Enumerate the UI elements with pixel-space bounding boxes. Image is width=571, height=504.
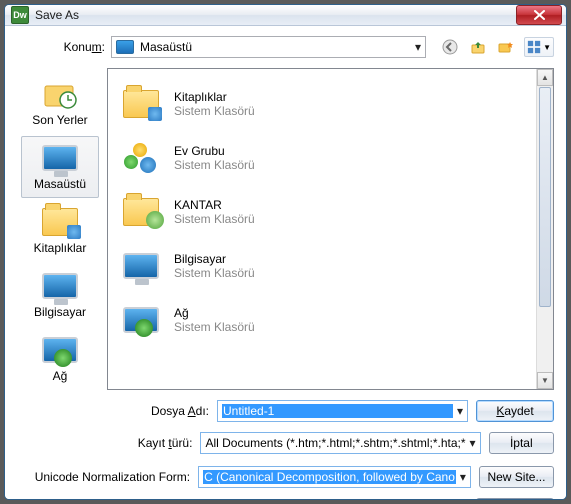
cancel-button[interactable]: İptal: [489, 432, 554, 454]
filetype-row: Kayıt türü: All Documents (*.htm;*.html;…: [109, 432, 554, 454]
item-title: Ağ: [174, 306, 255, 320]
view-menu-button[interactable]: ▼: [524, 37, 554, 57]
filename-value: Untitled-1: [222, 404, 453, 418]
list-item[interactable]: AğSistem Klasörü: [112, 293, 532, 347]
back-button[interactable]: [440, 37, 460, 57]
close-icon: [534, 10, 545, 20]
computer-icon: [40, 269, 80, 303]
computer-icon: [120, 245, 162, 287]
place-network[interactable]: Ağ: [21, 328, 99, 390]
titlebar[interactable]: Dw Save As: [5, 5, 566, 26]
place-recent[interactable]: Son Yerler: [21, 72, 99, 134]
unicode-value: C (Canonical Decomposition, followed by …: [203, 470, 456, 484]
back-icon: [442, 39, 458, 55]
filetype-combo[interactable]: All Documents (*.htm;*.html;*.shtm;*.sht…: [200, 432, 480, 454]
close-button[interactable]: [516, 5, 562, 25]
new-site-button[interactable]: New Site...: [479, 466, 554, 488]
save-button[interactable]: Kaydet: [476, 400, 554, 422]
network-icon: [120, 299, 162, 341]
new-folder-button[interactable]: [496, 37, 516, 57]
list-item[interactable]: Ev GrubuSistem Klasörü: [112, 131, 532, 185]
list-item[interactable]: KANTARSistem Klasörü: [112, 185, 532, 239]
item-subtitle: Sistem Klasörü: [174, 158, 255, 172]
unicode-combo[interactable]: C (Canonical Decomposition, followed by …: [198, 466, 471, 488]
window-title: Save As: [35, 8, 516, 22]
chevron-down-icon: ▼: [543, 43, 551, 52]
content-area: Son Yerler Masaüstü Kitaplıklar Bilgisayar A…: [17, 68, 554, 390]
scroll-up-button[interactable]: ▲: [537, 69, 553, 86]
save-as-dialog: Dw Save As Konum: Masaüstü ▾ ▼ Son Yerle…: [4, 4, 567, 500]
user-icon: [120, 191, 162, 233]
chevron-down-icon[interactable]: ▾: [460, 470, 466, 484]
places-bar: Son Yerler Masaüstü Kitaplıklar Bilgisayar A…: [17, 68, 103, 390]
location-row: Konum: Masaüstü ▾ ▼: [17, 36, 554, 58]
homegroup-icon: [120, 137, 162, 179]
location-label: Konum:: [17, 40, 105, 54]
desktop-icon: [40, 141, 80, 175]
libraries-icon: [40, 205, 80, 239]
scroll-thumb[interactable]: [539, 87, 551, 307]
view-menu-icon: [527, 39, 541, 55]
item-title: KANTAR: [174, 198, 255, 212]
list-item[interactable]: BilgisayarSistem Klasörü: [112, 239, 532, 293]
folder-up-icon: [470, 39, 486, 55]
place-label: Kitaplıklar: [34, 241, 87, 255]
app-icon: Dw: [11, 6, 29, 24]
place-label: Ağ: [53, 369, 68, 383]
new-folder-icon: [498, 39, 514, 55]
location-combo[interactable]: Masaüstü ▾: [111, 36, 426, 58]
scroll-down-button[interactable]: ▼: [537, 372, 553, 389]
filename-row: Dosya Adı: Untitled-1 ▾ Kaydet: [109, 400, 554, 422]
list-item[interactable]: KitaplıklarSistem Klasörü: [112, 77, 532, 131]
filename-label: Dosya Adı:: [109, 404, 209, 418]
item-title: Bilgisayar: [174, 252, 255, 266]
place-label: Son Yerler: [32, 113, 87, 127]
up-one-level-button[interactable]: [468, 37, 488, 57]
desktop-icon: [116, 40, 134, 54]
place-label: Bilgisayar: [34, 305, 86, 319]
item-subtitle: Sistem Klasörü: [174, 212, 255, 226]
chevron-down-icon[interactable]: ▾: [470, 436, 476, 450]
site-root-button[interactable]: Site Root: [476, 498, 554, 500]
chevron-down-icon[interactable]: ▾: [457, 404, 463, 418]
item-title: Ev Grubu: [174, 144, 255, 158]
filetype-value: All Documents (*.htm;*.html;*.shtm;*.sht…: [205, 436, 465, 450]
network-icon: [40, 333, 80, 367]
item-subtitle: Sistem Klasörü: [174, 104, 255, 118]
place-computer[interactable]: Bilgisayar: [21, 264, 99, 326]
bottom-rows: Unicode Normalization Form: C (Canonical…: [17, 462, 554, 500]
dialog-body: Konum: Masaüstü ▾ ▼ Son Yerler Masaüstü Ki…: [5, 26, 566, 500]
item-subtitle: Sistem Klasörü: [174, 266, 255, 280]
place-libraries[interactable]: Kitaplıklar: [21, 200, 99, 262]
place-desktop[interactable]: Masaüstü: [21, 136, 99, 198]
location-toolbar: ▼: [440, 37, 554, 57]
bom-row: Include Unicode Signature (BOM) Site Roo…: [17, 498, 554, 500]
filetype-label: Kayıt türü:: [109, 436, 192, 450]
libraries-icon: [120, 83, 162, 125]
item-subtitle: Sistem Klasörü: [174, 320, 255, 334]
file-listing: KitaplıklarSistem KlasörüEv GrubuSistem …: [107, 68, 554, 390]
scrollbar[interactable]: ▲ ▼: [536, 69, 553, 389]
item-title: Kitaplıklar: [174, 90, 255, 104]
unicode-row: Unicode Normalization Form: C (Canonical…: [17, 466, 554, 488]
location-value: Masaüstü: [140, 40, 409, 54]
filename-input[interactable]: Untitled-1 ▾: [217, 400, 468, 422]
chevron-down-icon: ▾: [415, 40, 421, 54]
place-label: Masaüstü: [34, 177, 86, 191]
recent-icon: [40, 77, 80, 111]
unicode-label: Unicode Normalization Form:: [17, 470, 190, 484]
file-listing-inner[interactable]: KitaplıklarSistem KlasörüEv GrubuSistem …: [108, 69, 536, 389]
